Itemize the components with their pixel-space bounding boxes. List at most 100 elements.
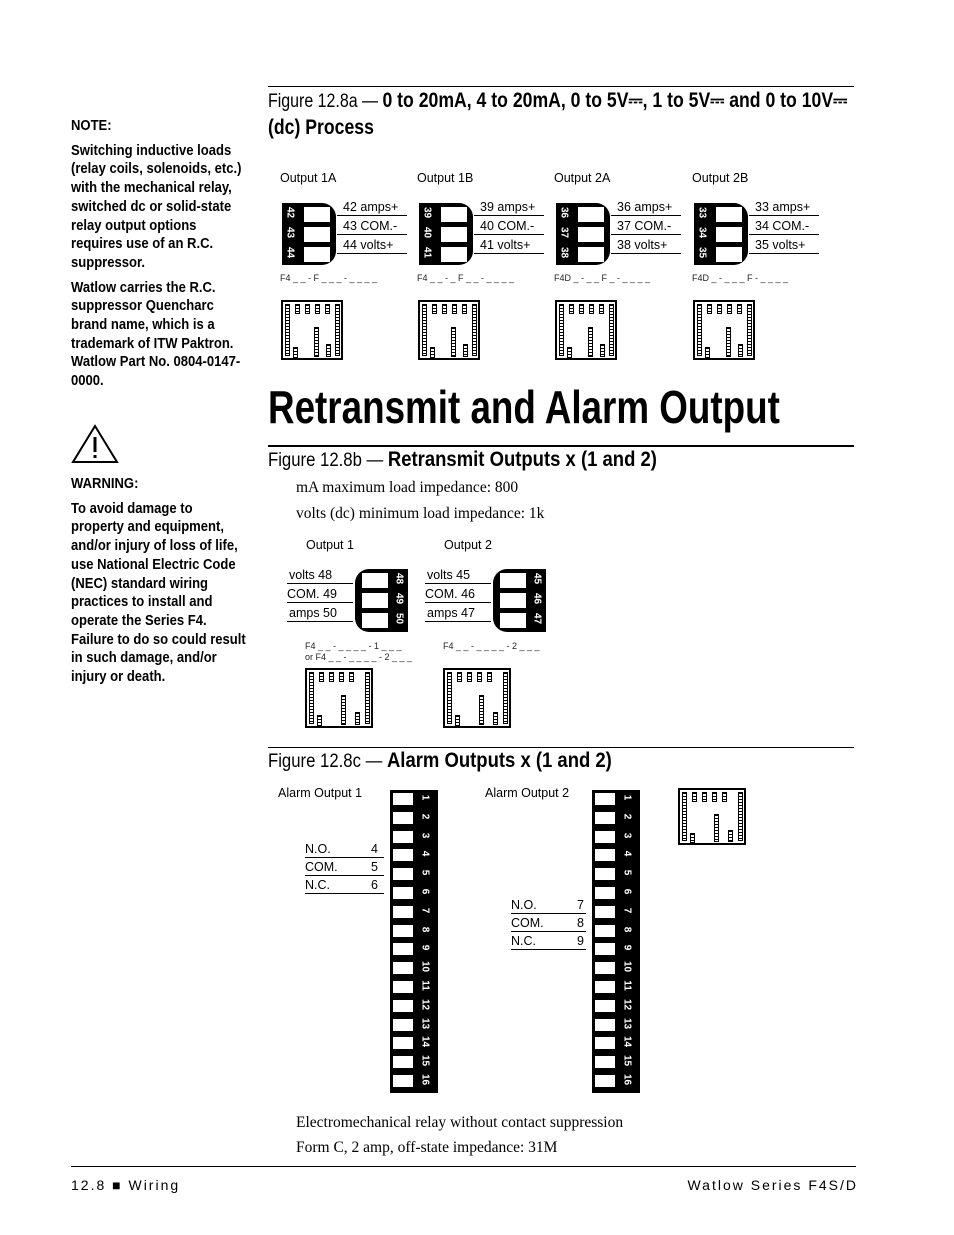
unit-diagram	[555, 300, 617, 360]
terminal-slot	[393, 1075, 413, 1087]
terminal-number: 12	[621, 998, 633, 1010]
terminal-number: 3	[621, 832, 633, 838]
figure-12-8c-title: Figure 12.8c — Alarm Outputs x (1 and 2)	[268, 749, 612, 773]
terminal-number: 47	[531, 612, 543, 625]
terminal-strip-icon	[738, 344, 744, 358]
terminal-slot	[441, 227, 467, 242]
terminal-strip-icon	[463, 344, 469, 358]
terminal-slot	[595, 1018, 615, 1031]
terminal-number: 15	[419, 1055, 431, 1067]
terminal-slot	[595, 1075, 615, 1087]
terminal-strip-icon	[447, 672, 452, 724]
contact-label: N.C.	[511, 934, 536, 948]
wire-label: 41 volts+	[480, 238, 531, 252]
terminal-slot	[393, 868, 413, 881]
terminal-strip-icon	[579, 304, 584, 314]
unit-diagram	[678, 788, 746, 845]
terminal-block: 42 43 44	[282, 203, 336, 265]
terminal-slot	[595, 999, 615, 1012]
wire-label: 37 COM.-	[617, 219, 672, 233]
terminal-strip-icon	[339, 672, 344, 682]
wire	[611, 215, 681, 216]
terminal-strip-icon	[467, 672, 472, 682]
terminal-strip-icon	[462, 304, 467, 314]
terminal-slot	[393, 887, 413, 899]
terminal-strip-icon	[492, 712, 498, 726]
terminal-number: 45	[531, 572, 543, 585]
divider	[268, 445, 854, 447]
divider	[268, 86, 854, 87]
terminal-slot	[362, 613, 388, 628]
terminal-slot	[393, 943, 413, 956]
terminal-strip-icon	[600, 344, 606, 358]
terminal-strip-icon	[589, 304, 594, 314]
terminal-number: 2	[419, 813, 431, 820]
terminal-number: 8	[621, 926, 633, 932]
footer-title: Watlow Series F4S/D	[687, 1177, 858, 1193]
terminal-strip-icon	[599, 304, 604, 314]
note-heading: NOTE:	[71, 118, 112, 134]
terminal-slot	[393, 1037, 413, 1050]
wire	[305, 857, 384, 858]
wire	[511, 931, 586, 932]
terminal-slot	[362, 573, 388, 588]
figure-label: Figure 12.8b —	[268, 450, 384, 471]
terminal-number: 10	[419, 961, 431, 973]
terminal-slot	[441, 247, 467, 262]
wire-label: 43 COM.-	[343, 219, 398, 233]
terminal-number: 41	[421, 246, 433, 259]
warning-icon	[71, 424, 119, 463]
terminal-strip-icon	[690, 832, 695, 843]
figure-12-8a-title: Figure 12.8a — 0 to 20mA, 4 to 20mA, 0 t…	[268, 88, 856, 142]
terminal-strip-icon	[319, 672, 324, 682]
wire-label: COM. 46	[425, 587, 476, 601]
wire-label: 39 amps+	[480, 200, 536, 214]
model-code: F4D _ - _ _ _ F - _ _ _ _	[692, 273, 789, 283]
terminal-strip-icon	[487, 672, 492, 682]
output-label: Output 2	[444, 538, 492, 552]
terminal-number: 6	[621, 888, 633, 895]
terminal-strip-icon	[722, 792, 727, 802]
terminal-number: 46	[531, 592, 543, 605]
terminal-slot	[393, 981, 413, 993]
terminal-strip-icon	[314, 327, 319, 358]
unit-diagram	[693, 300, 755, 360]
wire-label: 42 amps+	[343, 200, 399, 214]
terminal-slot	[393, 999, 413, 1012]
terminal-slot	[578, 227, 604, 242]
terminal-strip-icon	[349, 672, 354, 682]
terminal-number: 14	[621, 1036, 633, 1048]
terminal-slot	[362, 593, 388, 608]
wire-label: 33 amps+	[755, 200, 811, 214]
wire	[474, 253, 544, 254]
terminal-number: 10	[621, 961, 633, 973]
terminal-number: 12	[419, 998, 431, 1010]
model-code: F4 _ _ - _ _ _ _ - 2 _ _ _	[443, 641, 540, 651]
contact-terminal: 8	[577, 916, 584, 930]
terminal-strip-icon	[472, 304, 477, 356]
terminal-strip-icon	[682, 792, 687, 841]
terminal-slot	[304, 247, 330, 262]
wire-label: 44 volts+	[343, 238, 394, 252]
terminal-strip-icon	[341, 695, 346, 726]
retransmit-volts-spec: volts (dc) minimum load impedance: 1k	[296, 505, 545, 522]
terminal-strip-icon	[452, 304, 457, 314]
wire-label: volts 48	[289, 568, 333, 582]
terminal-slot	[578, 247, 604, 262]
terminal-number: 7	[621, 907, 633, 914]
terminal-slot	[393, 849, 413, 862]
terminal-strip-icon	[293, 347, 298, 358]
terminal-strip-icon	[712, 792, 717, 802]
wire	[305, 893, 384, 894]
terminal-strip-icon	[727, 829, 733, 843]
contact-label: N.O.	[305, 842, 331, 856]
terminal-strip-icon	[588, 327, 593, 358]
terminal-strip-icon	[455, 715, 460, 726]
terminal-strip-icon	[315, 304, 320, 314]
terminal-number: 11	[419, 980, 431, 991]
terminal-slot	[595, 811, 615, 824]
terminal-number: 1	[419, 794, 431, 801]
terminal-strip-icon	[335, 304, 340, 356]
unit-diagram	[418, 300, 480, 360]
unit-diagram	[281, 300, 343, 360]
